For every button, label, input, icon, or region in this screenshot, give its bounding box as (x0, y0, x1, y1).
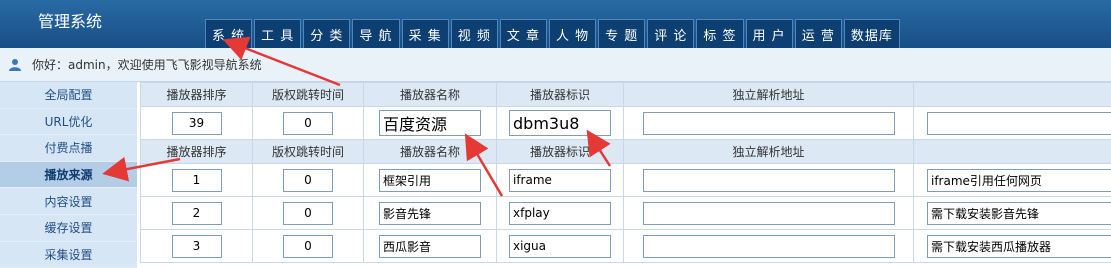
table-cell (623, 196, 914, 230)
table-cell (140, 196, 253, 230)
nav-tab-8[interactable]: 专 题 (598, 19, 646, 48)
table-cell (496, 106, 624, 140)
column-header (913, 82, 1111, 107)
column-header: 播放器标识 (496, 139, 624, 164)
column-header: 版权跳转时间 (252, 82, 364, 107)
sidebar-item-3[interactable]: 播放来源 (0, 161, 137, 189)
welcome-bar: 你好：admin，欢迎使用飞飞影视导航系统 (0, 48, 1111, 82)
player-table: 播放器排序版权跳转时间播放器名称播放器标识独立解析地址播放器排序版权跳转时间播放… (140, 82, 1111, 263)
sidebar-item-6[interactable]: 采集设置 (0, 241, 137, 268)
order-input[interactable] (171, 201, 222, 225)
table-cell (496, 163, 624, 197)
column-header: 播放器排序 (140, 139, 253, 164)
column-header: 独立解析地址 (623, 139, 914, 164)
order-input[interactable] (171, 111, 222, 135)
table-cell (623, 229, 914, 263)
main-nav: 系 统工 具分 类导 航采 集视 频文 章人 物专 题评 论标 签用 户运 营数… (205, 19, 900, 48)
nav-tab-7[interactable]: 人 物 (548, 19, 597, 48)
table-cell (913, 196, 1111, 230)
jump-time-input[interactable] (283, 234, 333, 258)
nav-tab-12[interactable]: 运 营 (794, 19, 842, 48)
sidebar-item-5[interactable]: 缓存设置 (0, 214, 137, 242)
table-cell (496, 196, 624, 230)
table-row (140, 163, 1111, 197)
jump-time-input[interactable] (283, 201, 333, 225)
nav-tab-2[interactable]: 分 类 (303, 19, 351, 48)
nav-tab-1[interactable]: 工 具 (254, 19, 302, 48)
parse-url-input[interactable] (642, 168, 895, 192)
column-header: 独立解析地址 (623, 82, 914, 107)
table-cell (363, 196, 497, 230)
nav-tab-13[interactable]: 数据库 (843, 19, 900, 48)
table-cell (140, 163, 253, 197)
player-name-input[interactable] (379, 201, 481, 225)
sidebar-item-2[interactable]: 付费点播 (0, 135, 137, 162)
table-cell (252, 163, 364, 197)
table-cell (623, 106, 914, 140)
app-title: 管理系统 (38, 12, 103, 31)
jump-time-input[interactable] (283, 168, 333, 192)
player-name-input[interactable] (379, 168, 481, 192)
table-row (140, 196, 1111, 230)
parse-url-input[interactable] (642, 111, 895, 135)
table-cell (913, 106, 1111, 140)
nav-tab-11[interactable]: 用 户 (745, 19, 793, 48)
table-header-row: 播放器排序 版权跳转时间 播放器名称 播放器标识 独立解析地址 (140, 82, 1111, 107)
table-cell (623, 163, 914, 197)
table-row (140, 229, 1111, 263)
sidebar-item-4[interactable]: 内容设置 (0, 188, 137, 215)
parse-url-input[interactable] (642, 201, 895, 225)
table-cell (252, 196, 364, 230)
table-row (140, 106, 1111, 140)
description-input[interactable] (927, 111, 1111, 135)
description-input[interactable] (927, 234, 1111, 258)
nav-tab-10[interactable]: 标 签 (696, 19, 744, 48)
order-input[interactable] (171, 234, 222, 258)
description-input[interactable] (927, 168, 1111, 192)
table-cell (363, 163, 497, 197)
player-name-input[interactable] (379, 234, 481, 258)
column-header (913, 139, 1111, 164)
player-name-input[interactable] (379, 110, 481, 136)
table-cell (140, 229, 253, 263)
table-cell (913, 229, 1111, 263)
table-cell (252, 106, 364, 140)
sidebar-item-0[interactable]: 全局配置 (0, 82, 137, 109)
nav-tab-0[interactable]: 系 统 (205, 19, 253, 48)
user-icon (9, 58, 21, 71)
player-code-input[interactable] (509, 168, 611, 192)
order-input[interactable] (171, 168, 222, 192)
nav-tab-5[interactable]: 视 频 (450, 19, 498, 48)
table-cell (913, 163, 1111, 197)
column-header: 播放器名称 (363, 139, 497, 164)
sidebar: 全局配置 URL优化 付费点播 播放来源 内容设置 缓存设置 采集设置 (0, 82, 137, 268)
top-header: 管理系统 系 统工 具分 类导 航采 集视 频文 章人 物专 题评 论标 签用 … (0, 0, 1111, 48)
player-code-input[interactable] (509, 234, 611, 258)
description-input[interactable] (927, 201, 1111, 225)
column-header: 播放器名称 (363, 82, 497, 107)
column-header: 播放器排序 (140, 82, 253, 107)
column-header: 版权跳转时间 (252, 139, 364, 164)
player-source-panel: 播放器排序版权跳转时间播放器名称播放器标识独立解析地址播放器排序版权跳转时间播放… (140, 82, 1111, 268)
table-cell (140, 106, 253, 140)
table-header-row: 播放器排序 版权跳转时间 播放器名称 播放器标识 独立解析地址 (140, 139, 1111, 164)
parse-url-input[interactable] (642, 234, 895, 258)
sidebar-item-1[interactable]: URL优化 (0, 108, 137, 136)
player-code-input[interactable] (509, 110, 611, 136)
table-cell (252, 229, 364, 263)
table-cell (363, 229, 497, 263)
player-code-input[interactable] (509, 201, 611, 225)
jump-time-input[interactable] (283, 111, 333, 135)
welcome-text: 你好：admin，欢迎使用飞飞影视导航系统 (32, 58, 262, 72)
nav-tab-4[interactable]: 采 集 (401, 19, 449, 48)
table-cell (496, 229, 624, 263)
table-cell (363, 106, 497, 140)
nav-tab-3[interactable]: 导 航 (352, 19, 400, 48)
nav-tab-9[interactable]: 评 论 (647, 19, 695, 48)
column-header: 播放器标识 (496, 82, 624, 107)
nav-tab-6[interactable]: 文 章 (499, 19, 547, 48)
